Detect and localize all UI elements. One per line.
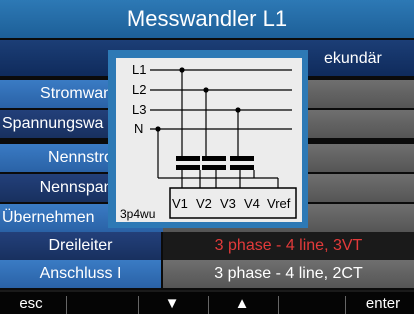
softkey-bar: esc ▼ ▲ enter bbox=[0, 290, 414, 314]
softkey-divider bbox=[66, 296, 67, 314]
wiring-diagram-svg: L1 L2 L3 N V1 V2 V3 V4 Vref 3p4wu bbox=[120, 62, 297, 221]
enter-button[interactable]: enter bbox=[356, 292, 410, 314]
esc-button[interactable]: esc bbox=[6, 292, 56, 314]
softkey-divider bbox=[208, 296, 209, 314]
terminal-v2: V2 bbox=[196, 196, 212, 211]
settings-row-connection[interactable]: Anschluss I 3 phase - 4 line, 2CT bbox=[0, 260, 414, 288]
softkey-divider bbox=[345, 296, 346, 314]
vt-core-2-bottom bbox=[202, 165, 226, 170]
terminal-vref: Vref bbox=[267, 196, 291, 211]
down-arrow-button[interactable]: ▼ bbox=[150, 292, 194, 314]
column-header-secondary: ekundär bbox=[324, 50, 382, 67]
line-label-l3: L3 bbox=[132, 102, 146, 117]
row-label-three-wire: Dreileiter bbox=[0, 232, 161, 260]
vt-core-3-bottom bbox=[230, 165, 254, 170]
row-value-three-wire: 3 phase - 4 line, 3VT bbox=[163, 232, 414, 260]
terminal-v1: V1 bbox=[172, 196, 188, 211]
up-arrow-button[interactable]: ▲ bbox=[220, 292, 264, 314]
vt-core-1-top bbox=[176, 156, 200, 161]
line-label-n: N bbox=[134, 121, 143, 136]
wiring-diagram: L1 L2 L3 N V1 V2 V3 V4 Vref 3p4wu bbox=[116, 58, 302, 222]
meter-screen: Messwandler L1 ekundär Stromwand 5A Span… bbox=[0, 0, 414, 314]
row-value-connection: 3 phase - 4 line, 2CT bbox=[163, 260, 414, 288]
wiring-code-label: 3p4wu bbox=[120, 207, 155, 221]
terminal-v3: V3 bbox=[220, 196, 236, 211]
vt-core-1-bottom bbox=[176, 165, 200, 170]
vt-core-2-top bbox=[202, 156, 226, 161]
line-label-l2: L2 bbox=[132, 82, 146, 97]
softkey-divider bbox=[138, 296, 139, 314]
terminal-v4: V4 bbox=[244, 196, 260, 211]
settings-row-three-wire[interactable]: Dreileiter 3 phase - 4 line, 3VT bbox=[0, 232, 414, 260]
line-label-l1: L1 bbox=[132, 62, 146, 77]
page-title: Messwandler L1 bbox=[0, 0, 414, 38]
row-label-connection: Anschluss I bbox=[0, 260, 161, 288]
vt-core-3-top bbox=[230, 156, 254, 161]
softkey-divider bbox=[278, 296, 279, 314]
